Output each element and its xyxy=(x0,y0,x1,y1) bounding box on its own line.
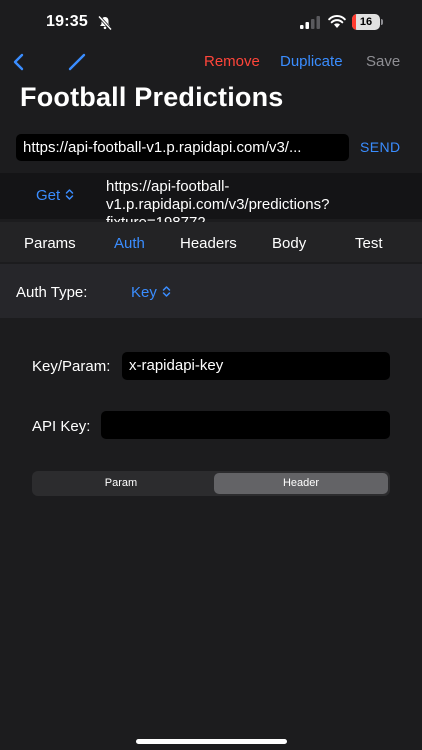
auth-type-label: Auth Type: xyxy=(16,284,88,301)
method-value: Get xyxy=(36,187,61,204)
request-tabs: Params Auth Headers Body Test xyxy=(0,222,422,262)
segment-header[interactable]: Header xyxy=(214,473,388,494)
battery-icon: 16 xyxy=(352,14,384,30)
key-param-input[interactable]: x-rapidapi-key xyxy=(122,352,390,380)
bell-slash-icon xyxy=(97,15,113,31)
api-key-input[interactable] xyxy=(101,411,390,439)
auth-type-row: Auth Type: Key xyxy=(0,264,422,318)
wifi-icon xyxy=(328,15,346,28)
auth-type-select[interactable]: Key xyxy=(131,284,171,301)
nav-bar: Remove Duplicate Save xyxy=(0,44,422,80)
home-indicator[interactable] xyxy=(136,739,287,744)
tab-params[interactable]: Params xyxy=(24,235,76,252)
save-button[interactable]: Save xyxy=(366,53,400,70)
key-param-label: Key/Param: xyxy=(32,358,111,375)
url-input[interactable]: https://api-football-v1.p.rapidapi.com/v… xyxy=(16,134,349,161)
duplicate-button[interactable]: Duplicate xyxy=(280,53,343,70)
tab-headers[interactable]: Headers xyxy=(180,235,237,252)
tab-body[interactable]: Body xyxy=(272,235,306,252)
battery-level: 16 xyxy=(359,16,373,28)
tab-auth[interactable]: Auth xyxy=(114,235,145,252)
auth-type-value: Key xyxy=(131,284,157,301)
chevron-left-icon[interactable] xyxy=(10,51,28,73)
status-time: 19:35 xyxy=(46,13,88,30)
request-method-row: Get https://api-football-v1.p.rapidapi.c… xyxy=(0,173,422,231)
chevron-up-down-icon xyxy=(162,286,171,297)
cellular-signal-icon xyxy=(300,16,320,29)
pencil-icon[interactable] xyxy=(66,51,88,73)
method-select[interactable]: Get xyxy=(36,187,74,204)
page-title: Football Predictions xyxy=(20,82,284,112)
api-key-label: API Key: xyxy=(32,418,91,435)
send-button[interactable]: SEND xyxy=(360,139,401,155)
status-bar: 19:35 16 xyxy=(0,0,422,46)
chevron-up-down-icon xyxy=(65,189,74,200)
segment-param[interactable]: Param xyxy=(34,473,208,494)
remove-button[interactable]: Remove xyxy=(204,53,260,70)
tab-test[interactable]: Test xyxy=(355,235,383,252)
screen: 19:35 16 Remove Duplicate Save Football … xyxy=(0,0,422,750)
key-placement-segmented-control: Param Header xyxy=(32,471,390,496)
